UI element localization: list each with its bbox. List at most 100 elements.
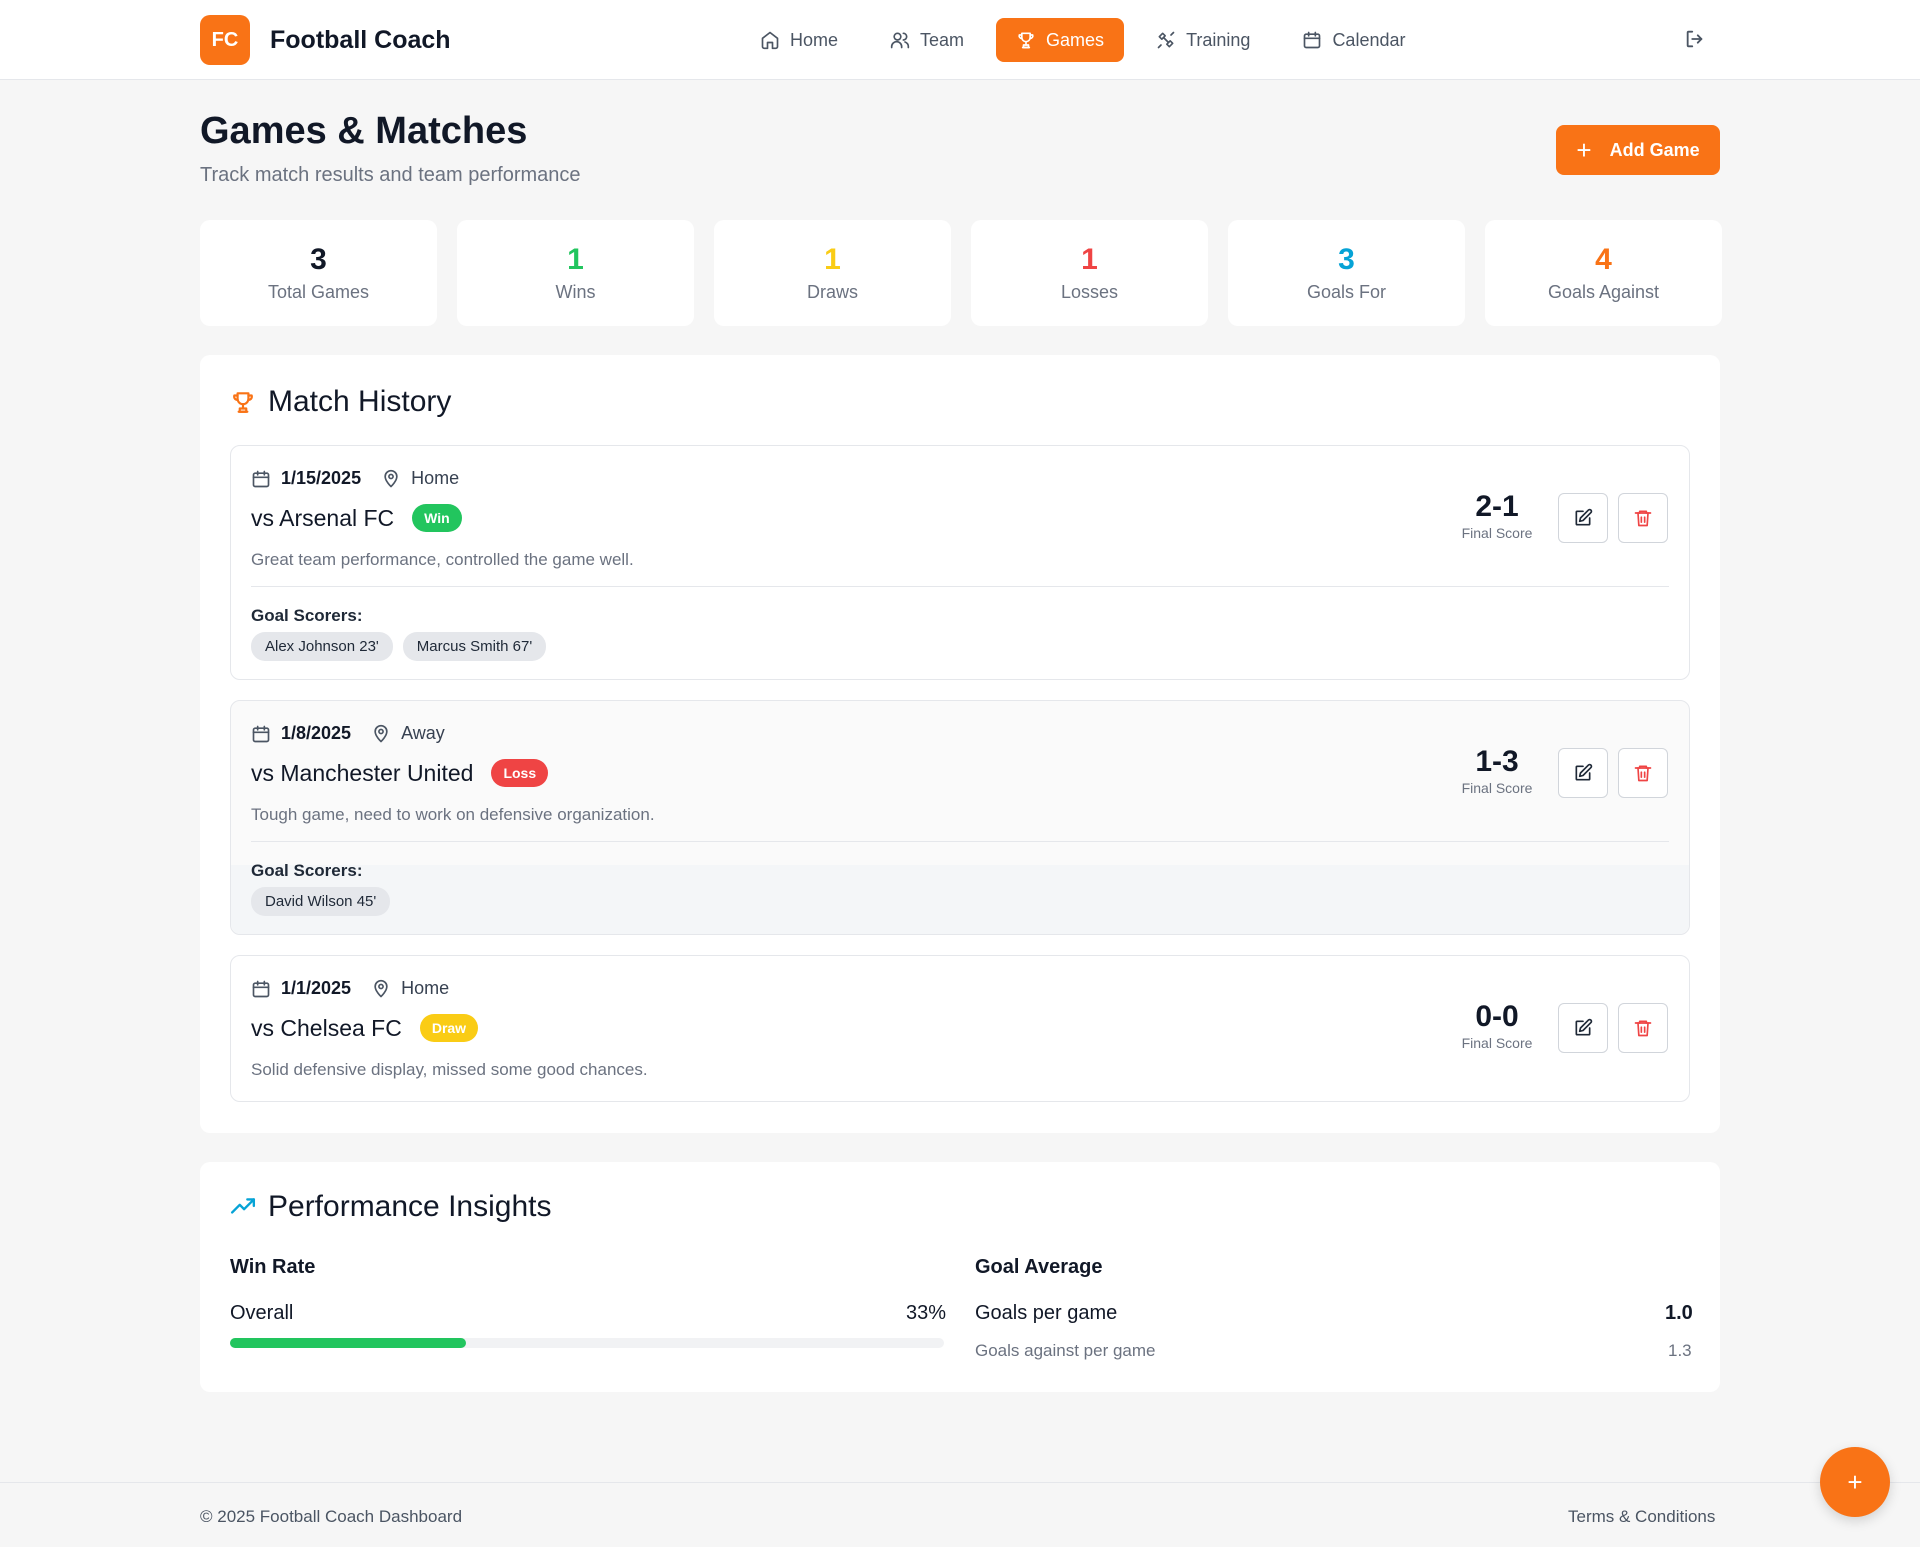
- edit-match-button[interactable]: [1558, 493, 1608, 543]
- trophy-icon: [1018, 32, 1034, 49]
- match-note: Solid defensive display, missed some goo…: [251, 1060, 648, 1079]
- scorer-chip: Alex Johnson 23': [251, 632, 393, 661]
- goals-per-game-value: 1.0: [1665, 1302, 1693, 1324]
- trash-icon: [1634, 510, 1652, 527]
- score-value: 0-0: [1475, 1000, 1519, 1033]
- edit-match-button[interactable]: [1558, 1003, 1608, 1053]
- match-location: Home: [411, 468, 460, 488]
- nav-training[interactable]: Training: [1136, 18, 1270, 62]
- stat-value: 1: [567, 243, 584, 276]
- trophy-icon: [233, 392, 253, 413]
- final-score: 1-3 Final Score: [1447, 745, 1547, 796]
- final-score: 2-1 Final Score: [1447, 490, 1547, 541]
- stat-goals-against: 4 Goals Against: [1485, 220, 1722, 326]
- trash-icon: [1634, 765, 1652, 782]
- match-date: 1/1/2025: [281, 978, 352, 998]
- match-opponent-row: vs Manchester United Loss: [251, 759, 549, 787]
- stat-losses: 1 Losses: [971, 220, 1208, 326]
- calendar-icon: [1304, 31, 1321, 49]
- stat-label: Goals For: [1306, 282, 1387, 302]
- result-badge: Draw: [419, 1014, 479, 1042]
- match-location: Away: [401, 723, 445, 743]
- score-value: 2-1: [1475, 490, 1519, 523]
- match-history-panel: Match History 1/15/2025 Home vs Arsenal …: [200, 355, 1720, 1133]
- edit-icon: [1575, 763, 1593, 781]
- stat-total-games: 3 Total Games: [200, 220, 437, 326]
- plus-icon: +: [1576, 135, 1592, 165]
- top-header: FC Football Coach Home Team Games Traini…: [0, 0, 1920, 80]
- users-icon: [890, 32, 910, 49]
- divider: [251, 841, 1669, 842]
- scorers-band: [231, 865, 1689, 934]
- result-badge: Loss: [491, 759, 549, 787]
- floating-add-button[interactable]: +: [1820, 1447, 1890, 1517]
- match-date: 1/15/2025: [281, 468, 362, 488]
- goals-against-label: Goals against per game: [975, 1341, 1156, 1360]
- result-badge: Win: [412, 504, 462, 532]
- nav-calendar-label: Calendar: [1332, 29, 1406, 50]
- match-history-title: Match History: [230, 385, 451, 419]
- goal-scorers-list: Alex Johnson 23' Marcus Smith 67': [251, 632, 547, 661]
- stat-value: 3: [1338, 243, 1355, 276]
- match-note: Tough game, need to work on defensive or…: [251, 805, 655, 824]
- stat-label: Wins: [555, 282, 596, 302]
- performance-insights-label: Performance Insights: [268, 1190, 552, 1223]
- nav-home[interactable]: Home: [740, 18, 858, 62]
- goal-scorers-label: Goal Scorers:: [251, 861, 363, 880]
- win-rate-label: Overall: [230, 1302, 294, 1324]
- match-meta: 1/8/2025 Away: [251, 723, 445, 744]
- app-brand: Football Coach: [270, 26, 451, 54]
- stat-value: 4: [1595, 243, 1612, 276]
- training-icon: [1157, 31, 1175, 49]
- calendar-icon: [252, 725, 270, 742]
- add-game-button[interactable]: + Add Game: [1556, 125, 1720, 175]
- add-game-label: Add Game: [1609, 139, 1700, 160]
- app-logo[interactable]: FC: [200, 15, 250, 65]
- goal-scorers-list: David Wilson 45': [251, 887, 391, 916]
- page-title: Games & Matches: [200, 110, 528, 152]
- stat-label: Total Games: [267, 282, 370, 302]
- trash-icon: [1634, 1020, 1652, 1037]
- stat-draws: 1 Draws: [714, 220, 951, 326]
- nav-games[interactable]: Games: [996, 18, 1125, 62]
- nav-team[interactable]: Team: [870, 18, 984, 62]
- divider: [251, 586, 1669, 587]
- terms-link[interactable]: Terms & Conditions: [1568, 1507, 1715, 1527]
- goal-scorers-label: Goal Scorers:: [251, 606, 363, 625]
- delete-match-button[interactable]: [1618, 493, 1668, 543]
- main-nav: Home Team Games Training Calendar: [740, 18, 1425, 62]
- calendar-icon: [252, 470, 270, 487]
- nav-training-label: Training: [1186, 29, 1251, 50]
- match-card: 1/15/2025 Home vs Arsenal FC Win Great t…: [230, 445, 1690, 680]
- edit-icon: [1575, 508, 1593, 526]
- logout-icon[interactable]: [1684, 28, 1706, 50]
- score-label: Final Score: [1461, 525, 1533, 541]
- scorer-chip: Marcus Smith 67': [402, 632, 547, 661]
- goals-against-value: 1.3: [1668, 1341, 1692, 1360]
- nav-calendar[interactable]: Calendar: [1282, 18, 1425, 62]
- location-pin-icon: [384, 469, 398, 487]
- delete-match-button[interactable]: [1618, 748, 1668, 798]
- score-label: Final Score: [1461, 1035, 1533, 1051]
- match-meta: 1/15/2025 Home: [251, 468, 459, 489]
- stat-label: Goals Against: [1547, 282, 1660, 302]
- edit-match-button[interactable]: [1558, 748, 1608, 798]
- win-rate-value: 33%: [906, 1302, 947, 1324]
- page-subtitle: Track match results and team performance: [200, 164, 581, 186]
- match-history-label: Match History: [268, 385, 452, 418]
- match-card: 1/8/2025 Away vs Manchester United Loss …: [230, 700, 1690, 935]
- scorer-chip: David Wilson 45': [251, 887, 391, 916]
- nav-home-label: Home: [790, 29, 839, 50]
- delete-match-button[interactable]: [1618, 1003, 1668, 1053]
- footer: © 2025 Football Coach Dashboard Terms & …: [0, 1482, 1920, 1547]
- location-pin-icon: [374, 979, 388, 997]
- stat-value: 1: [824, 243, 841, 276]
- stat-value: 3: [310, 243, 327, 276]
- performance-insights-title: Performance Insights: [230, 1190, 551, 1224]
- nav-team-label: Team: [920, 29, 965, 50]
- stat-wins: 1 Wins: [457, 220, 694, 326]
- match-date: 1/8/2025: [281, 723, 352, 743]
- score-value: 1-3: [1475, 745, 1519, 778]
- footer-copyright: © 2025 Football Coach Dashboard: [200, 1507, 463, 1526]
- score-label: Final Score: [1461, 780, 1533, 796]
